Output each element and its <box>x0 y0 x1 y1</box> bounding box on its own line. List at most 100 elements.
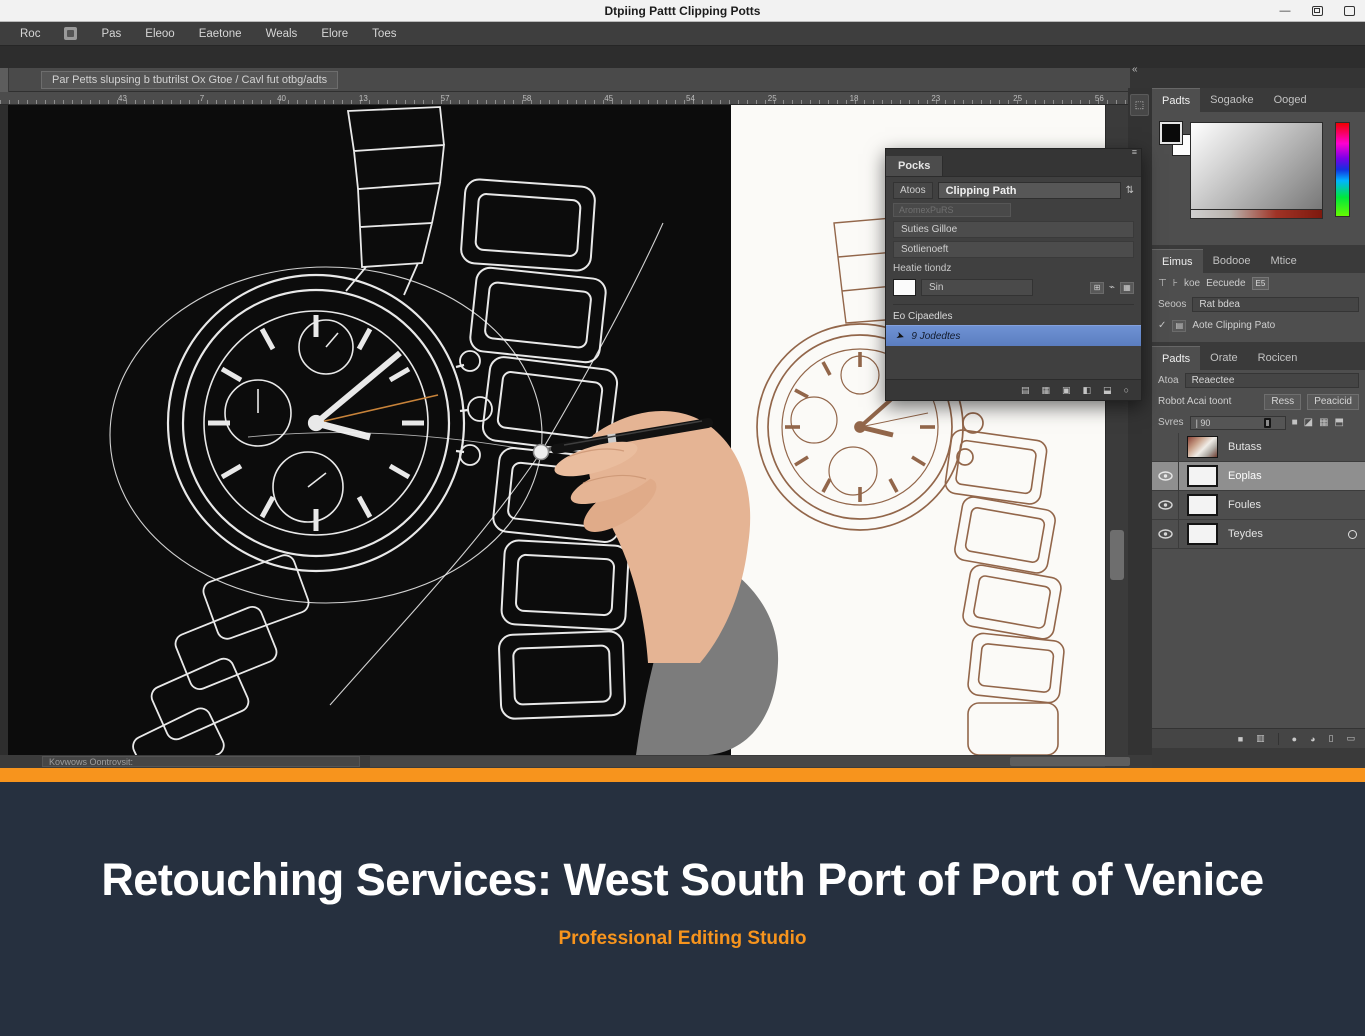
visibility-cell[interactable] <box>1152 462 1179 490</box>
check-icon[interactable]: ✓ <box>1158 320 1166 331</box>
lock-fill-icon[interactable]: ■ <box>1292 417 1298 428</box>
stroke-path-icon[interactable]: ▦ <box>1042 385 1051 396</box>
page-icon[interactable]: ▤ <box>1172 320 1186 332</box>
marquee-tool-icon[interactable]: ⬚ <box>1130 94 1149 116</box>
tab-pocks[interactable]: Pocks <box>886 156 943 176</box>
eye-icon[interactable] <box>1158 471 1173 481</box>
curve-icon[interactable]: ⌁ <box>1109 282 1115 293</box>
layer-row-eoplas[interactable]: Eoplas <box>1152 462 1365 491</box>
menu-item-elore[interactable]: Elore <box>321 28 348 40</box>
option-row-sotlie[interactable]: Sotlienoeft <box>893 241 1134 258</box>
fill-layer-icon[interactable]: ■ <box>1238 734 1243 744</box>
peacicid-button[interactable]: Peacicid <box>1307 394 1359 410</box>
panel-drag-handle[interactable]: ≡ <box>886 149 1141 156</box>
layer-thumbnail[interactable] <box>1187 465 1218 487</box>
restore-icon[interactable] <box>1309 4 1325 18</box>
layer-thumbnail-photo[interactable] <box>1187 436 1218 458</box>
layer-name[interactable]: Teydes <box>1228 528 1263 540</box>
menu-item-pas[interactable]: Pas <box>101 28 121 40</box>
collapse-panels-icon[interactable]: « <box>1132 64 1138 75</box>
blend-mode-select[interactable]: Reaectee <box>1185 373 1359 388</box>
sin-input[interactable]: Sin <box>921 279 1033 296</box>
grid-icon[interactable]: ▦ <box>1120 282 1134 294</box>
adjustment-layer-icon[interactable]: ● <box>1292 734 1297 744</box>
mode-value[interactable]: Eecuede <box>1206 278 1245 289</box>
menu-item-weals[interactable]: Weals <box>266 28 298 40</box>
tab-bodooe[interactable]: Bodooe <box>1203 249 1261 273</box>
layer-name[interactable]: Eoplas <box>1228 470 1262 482</box>
opacity-slider[interactable]: | 90 <box>1190 416 1286 430</box>
layer-thumbnail[interactable] <box>1187 523 1218 545</box>
visibility-cell[interactable] <box>1152 433 1179 461</box>
option-row-suties[interactable]: Suties Gilloe <box>893 221 1134 238</box>
layer-thumbnail[interactable] <box>1187 494 1218 516</box>
eye-icon[interactable] <box>1158 529 1173 539</box>
tab-padts[interactable]: Padts <box>1152 88 1200 112</box>
lock-all-icon[interactable]: ⬒ <box>1335 417 1344 428</box>
layers-panel: Padts Orate Rocicen Atoa Reaectee Robot … <box>1152 346 1365 748</box>
lock-pixels-icon[interactable]: ◪ <box>1304 417 1313 428</box>
transform-icon[interactable]: ⊤ <box>1158 278 1167 289</box>
accent-divider <box>0 768 1365 782</box>
horizontal-scrollbar[interactable] <box>370 756 1105 767</box>
ress-button[interactable]: Ress <box>1264 394 1301 410</box>
foreground-color-swatch[interactable] <box>1160 122 1182 144</box>
stamp-tool-icon[interactable] <box>64 27 77 40</box>
tab-eimus[interactable]: Eimus <box>1152 249 1203 273</box>
layer-row-butass[interactable]: Butass <box>1152 433 1365 462</box>
title-bar: Dtpiing Pattt Clipping Potts — <box>0 0 1365 22</box>
mask-icon[interactable] <box>1348 530 1357 539</box>
blend-row: Atoa Reaectee <box>1152 370 1365 391</box>
layer-row-foules[interactable]: Foules <box>1152 491 1365 520</box>
align-icon[interactable]: ⊦ <box>1173 278 1178 289</box>
tab-mtice[interactable]: Mtice <box>1261 249 1307 273</box>
status-text: Kovwows Oontrovsit: <box>42 756 360 767</box>
eye-icon[interactable] <box>1158 500 1173 510</box>
load-selection-icon[interactable]: ▣ <box>1062 385 1071 396</box>
seoos-field[interactable]: Rat bdea <box>1192 297 1359 312</box>
menu-item-toes[interactable]: Toes <box>372 28 396 40</box>
vertical-scroll-thumb[interactable] <box>1110 530 1124 580</box>
visibility-cell[interactable] <box>1152 520 1179 548</box>
path-color-swatch[interactable] <box>893 279 916 296</box>
hue-slider[interactable] <box>1335 122 1350 217</box>
tool-options-text[interactable]: Par Petts slupsing b tbutrilst Ox Gtoe /… <box>41 71 338 89</box>
delete-layer-icon[interactable]: ▭ <box>1346 733 1355 744</box>
mask-layer-icon[interactable]: ◕ <box>1310 734 1315 744</box>
visibility-cell[interactable] <box>1152 491 1179 519</box>
path-type-select[interactable]: Clipping Path <box>938 182 1121 199</box>
opacity-slider-thumb[interactable] <box>1264 418 1271 428</box>
auto-clipping-label[interactable]: Aote Clipping Pato <box>1192 320 1275 331</box>
selected-path-item[interactable]: ➤ 9 Jodedtes <box>886 325 1141 346</box>
horizontal-scroll-thumb[interactable] <box>1010 757 1130 766</box>
lock-position-icon[interactable]: ▦ <box>1319 417 1328 428</box>
menu-item-roc[interactable]: Roc <box>20 28 40 40</box>
mode-badge[interactable]: E5 <box>1252 277 1270 290</box>
group-layers-icon[interactable]: ▥ <box>1256 733 1265 744</box>
layer-row-teydes[interactable]: Teydes <box>1152 520 1365 549</box>
paths-footer: ▤ ▦ ▣ ◧ ⬓ ○ <box>886 379 1141 400</box>
tab-orate[interactable]: Orate <box>1200 346 1248 370</box>
layer-name[interactable]: Butass <box>1228 441 1262 453</box>
toolbox-edge <box>0 68 9 92</box>
minimize-icon[interactable]: — <box>1277 4 1293 18</box>
maximize-icon[interactable] <box>1341 4 1357 18</box>
saturation-field[interactable] <box>1190 122 1323 210</box>
make-path-icon[interactable]: ◧ <box>1083 385 1092 396</box>
expand-icon[interactable]: ⊞ <box>1090 282 1104 294</box>
tab-ooged[interactable]: Ooged <box>1264 88 1317 112</box>
tab-sogaoke[interactable]: Sogaoke <box>1200 88 1263 112</box>
select-arrows-icon[interactable]: ⇅ <box>1126 185 1134 196</box>
path-type-row: Atoos Clipping Path ⇅ <box>893 182 1134 199</box>
tab-rocicen[interactable]: Rocicen <box>1248 346 1308 370</box>
menu-item-eaetone[interactable]: Eaetone <box>199 28 242 40</box>
fill-path-icon[interactable]: ▤ <box>1021 385 1030 396</box>
tab-layers-padts[interactable]: Padts <box>1152 346 1200 370</box>
panel-menu-icon[interactable]: ≡ <box>1132 147 1137 157</box>
shade-strip[interactable] <box>1190 210 1323 219</box>
layer-name[interactable]: Foules <box>1228 499 1261 511</box>
new-path-icon[interactable]: ⬓ <box>1103 385 1112 396</box>
new-layer-icon[interactable]: ▯ <box>1329 733 1334 744</box>
delete-path-icon[interactable]: ○ <box>1124 385 1129 395</box>
menu-item-eleoo[interactable]: Eleoo <box>145 28 174 40</box>
